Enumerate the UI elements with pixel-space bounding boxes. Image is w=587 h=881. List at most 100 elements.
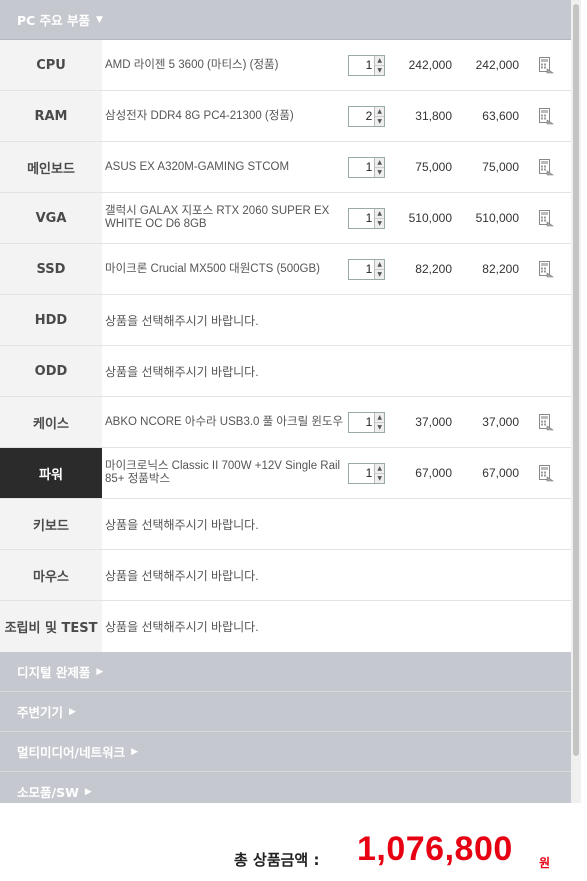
chevron-right-icon: ▶ <box>69 706 76 717</box>
quantity-value[interactable]: 1 <box>349 158 374 177</box>
spin-up-icon[interactable]: ▲ <box>375 413 384 423</box>
part-content: AMD 라이젠 5 3600 (마티스) (정품) 1 ▲ ▼ 242,000 242,0… <box>102 40 571 90</box>
part-category-label[interactable]: CPU <box>0 40 102 90</box>
part-row: 키보드 상품을 선택해주시기 바랍니다. <box>0 499 571 550</box>
quantity-value[interactable]: 1 <box>349 56 374 75</box>
spin-down-icon[interactable]: ▼ <box>375 423 384 432</box>
parts-panel: PC 주요 부품 ▼ CPU AMD 라이젠 5 3600 (마티스) (정품) 1… <box>0 0 571 803</box>
spin-down-icon[interactable]: ▼ <box>375 219 384 228</box>
spin-up-icon[interactable]: ▲ <box>375 464 384 474</box>
part-category-label[interactable]: 키보드 <box>0 499 102 549</box>
calculator-icon[interactable] <box>538 414 554 431</box>
quantity-stepper[interactable]: 1 ▲ ▼ <box>348 157 385 178</box>
spin-down-icon[interactable]: ▼ <box>375 66 384 75</box>
part-row: 케이스 ABKO NCORE 아수라 USB3.0 풀 아크릴 윈도우 1 ▲ ▼ 37,… <box>0 397 571 448</box>
calculator-icon[interactable] <box>538 159 554 176</box>
part-category-label[interactable]: 케이스 <box>0 397 102 447</box>
spin-down-icon[interactable]: ▼ <box>375 474 384 483</box>
calculator-icon[interactable] <box>538 465 554 482</box>
quantity-spin: ▲ ▼ <box>374 413 384 432</box>
unit-price: 510,000 <box>408 211 452 225</box>
product-name[interactable]: ASUS EX A320M-GAMING STCOM <box>105 161 347 174</box>
line-total-price: 37,000 <box>482 415 519 429</box>
part-category-label[interactable]: HDD <box>0 295 102 345</box>
part-content: 상품을 선택해주시기 바랍니다. <box>102 295 571 345</box>
quantity-stepper[interactable]: 1 ▲ ▼ <box>348 259 385 280</box>
part-category-label[interactable]: RAM <box>0 91 102 141</box>
quantity-spin: ▲ ▼ <box>374 56 384 75</box>
spin-up-icon[interactable]: ▲ <box>375 209 384 219</box>
quantity-value[interactable]: 2 <box>349 107 374 126</box>
quantity-stepper[interactable]: 1 ▲ ▼ <box>348 463 385 484</box>
unit-price: 67,000 <box>415 466 452 480</box>
scrollbar-thumb[interactable] <box>573 4 579 756</box>
spin-down-icon[interactable]: ▼ <box>375 270 384 279</box>
category-title: 소모품/SW <box>17 785 79 800</box>
line-total-price: 242,000 <box>475 58 519 72</box>
quantity-spin: ▲ ▼ <box>374 260 384 279</box>
spin-down-icon[interactable]: ▼ <box>375 117 384 126</box>
quantity-value[interactable]: 1 <box>349 413 374 432</box>
part-category-label[interactable]: 조립비 및 TEST <box>0 601 102 652</box>
quantity-stepper[interactable]: 1 ▲ ▼ <box>348 412 385 433</box>
quantity-value[interactable]: 1 <box>349 209 374 228</box>
category-title: 주변기기 <box>17 705 64 720</box>
part-content: 상품을 선택해주시기 바랍니다. <box>102 601 571 652</box>
product-name[interactable]: 마이크론 Crucial MX500 대원CTS (500GB) <box>105 263 347 276</box>
spin-up-icon[interactable]: ▲ <box>375 107 384 117</box>
part-category-label[interactable]: 메인보드 <box>0 142 102 192</box>
part-row: 조립비 및 TEST 상품을 선택해주시기 바랍니다. <box>0 601 571 652</box>
chevron-right-icon: ▶ <box>84 786 92 797</box>
quantity-spin: ▲ ▼ <box>374 158 384 177</box>
product-name[interactable]: 갤럭시 GALAX 지포스 RTX 2060 SUPER EX WHITE OC… <box>105 205 347 231</box>
scrollbar[interactable] <box>571 0 581 803</box>
quantity-value[interactable]: 1 <box>349 464 374 483</box>
part-content: 삼성전자 DDR4 8G PC4-21300 (정품) 2 ▲ ▼ 31,800 63,6… <box>102 91 571 141</box>
part-category-label[interactable]: VGA <box>0 193 102 243</box>
select-product-placeholder[interactable]: 상품을 선택해주시기 바랍니다. <box>105 516 259 533</box>
category-header-collapsed[interactable]: 주변기기 ▶ <box>0 692 571 732</box>
quantity-value[interactable]: 1 <box>349 260 374 279</box>
part-row: HDD 상품을 선택해주시기 바랍니다. <box>0 295 571 346</box>
spin-down-icon[interactable]: ▼ <box>375 168 384 177</box>
category-header-collapsed[interactable]: 소모품/SW ▶ <box>0 772 571 803</box>
calculator-icon[interactable] <box>538 57 554 74</box>
part-category-label[interactable]: ODD <box>0 346 102 396</box>
select-product-placeholder[interactable]: 상품을 선택해주시기 바랍니다. <box>105 618 259 635</box>
product-name[interactable]: ABKO NCORE 아수라 USB3.0 풀 아크릴 윈도우 <box>105 416 347 429</box>
part-row: 파워 마이크로닉스 Classic II 700W +12V Single Rai… <box>0 448 571 499</box>
part-category-label[interactable]: 마우스 <box>0 550 102 600</box>
select-product-placeholder[interactable]: 상품을 선택해주시기 바랍니다. <box>105 567 259 584</box>
select-product-placeholder[interactable]: 상품을 선택해주시기 바랍니다. <box>105 363 259 380</box>
category-title: 멀티미디어/네트워크 <box>17 745 126 760</box>
category-header-pc-parts[interactable]: PC 주요 부품 ▼ <box>0 0 571 40</box>
calculator-icon[interactable] <box>538 108 554 125</box>
spin-up-icon[interactable]: ▲ <box>375 56 384 66</box>
part-content: 상품을 선택해주시기 바랍니다. <box>102 499 571 549</box>
spin-up-icon[interactable]: ▲ <box>375 260 384 270</box>
quantity-spin: ▲ ▼ <box>374 464 384 483</box>
product-name[interactable]: 마이크로닉스 Classic II 700W +12V Single Rail … <box>105 460 347 486</box>
unit-price: 31,800 <box>415 109 452 123</box>
quantity-stepper[interactable]: 2 ▲ ▼ <box>348 106 385 127</box>
part-category-label[interactable]: SSD <box>0 244 102 294</box>
quantity-stepper[interactable]: 1 ▲ ▼ <box>348 55 385 76</box>
line-total-price: 510,000 <box>475 211 519 225</box>
line-total-price: 67,000 <box>482 466 519 480</box>
total-amount: 1,076,800 <box>357 830 513 868</box>
quantity-stepper[interactable]: 1 ▲ ▼ <box>348 208 385 229</box>
part-content: 마이크로닉스 Classic II 700W +12V Single Rail … <box>102 448 571 498</box>
part-row: ODD 상품을 선택해주시기 바랍니다. <box>0 346 571 397</box>
part-category-label[interactable]: 파워 <box>0 448 102 498</box>
spin-up-icon[interactable]: ▲ <box>375 158 384 168</box>
category-header-collapsed[interactable]: 멀티미디어/네트워크 ▶ <box>0 732 571 772</box>
part-content: 상품을 선택해주시기 바랍니다. <box>102 550 571 600</box>
product-name[interactable]: AMD 라이젠 5 3600 (마티스) (정품) <box>105 59 347 72</box>
calculator-icon[interactable] <box>538 261 554 278</box>
category-header-collapsed[interactable]: 디지털 완제품 ▶ <box>0 652 571 692</box>
select-product-placeholder[interactable]: 상품을 선택해주시기 바랍니다. <box>105 312 259 329</box>
line-total-price: 75,000 <box>482 160 519 174</box>
calculator-icon[interactable] <box>538 210 554 227</box>
part-content: 상품을 선택해주시기 바랍니다. <box>102 346 571 396</box>
product-name[interactable]: 삼성전자 DDR4 8G PC4-21300 (정품) <box>105 110 347 123</box>
